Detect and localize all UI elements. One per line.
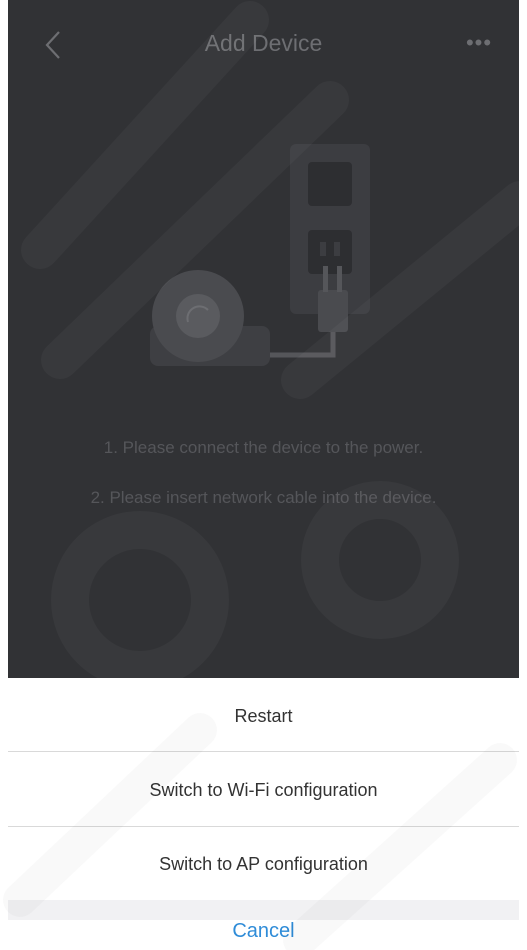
outlet-bottom-shape xyxy=(308,230,352,274)
switch-to-wifi-option[interactable]: Switch to Wi-Fi configuration xyxy=(8,780,519,801)
page-title: Add Device xyxy=(204,30,323,56)
cancel-button[interactable]: Cancel xyxy=(8,920,519,943)
switch-to-ap-option[interactable]: Switch to AP configuration xyxy=(8,854,519,875)
nav-bar: Add Device ••• xyxy=(8,0,519,90)
restart-option[interactable]: Restart xyxy=(8,706,519,727)
divider xyxy=(8,751,519,752)
outlet-top-shape xyxy=(308,162,352,206)
add-device-screen: Add Device ••• 1. Please connect the dev… xyxy=(8,0,519,678)
instruction-step-1: 1. Please connect the device to the powe… xyxy=(103,438,424,457)
more-button[interactable]: ••• xyxy=(461,28,497,58)
sheet-gap xyxy=(8,900,519,920)
camera-and-power-outlet-illustration xyxy=(150,144,370,366)
camera-lens-shape xyxy=(176,294,220,338)
action-sheet: Restart Switch to Wi-Fi configuration Sw… xyxy=(8,678,519,950)
plug-shape xyxy=(318,290,348,332)
instruction-step-2: 2. Please insert network cable into the … xyxy=(90,488,437,507)
more-dots-icon: ••• xyxy=(465,30,493,55)
divider xyxy=(8,826,519,827)
